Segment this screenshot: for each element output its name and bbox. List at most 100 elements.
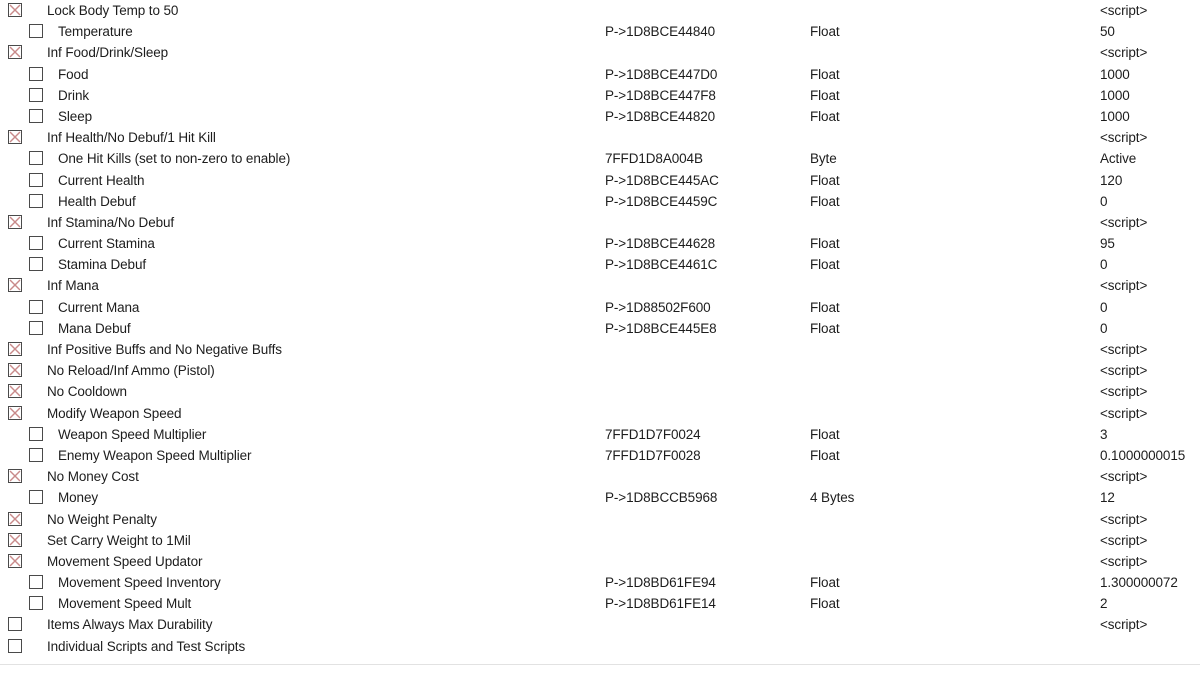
row-description[interactable]: Individual Scripts and Test Scripts: [47, 636, 245, 657]
table-row[interactable]: Inf Stamina/No Debuf <script>: [0, 212, 1200, 233]
row-address[interactable]: 7FFD1D7F0028: [605, 445, 701, 466]
table-row[interactable]: Enemy Weapon Speed Multiplier 7FFD1D7F002…: [0, 445, 1200, 466]
row-address[interactable]: P->1D8BCE447D0: [605, 64, 717, 85]
row-address[interactable]: P->1D8BCE44628: [605, 233, 715, 254]
table-row[interactable]: Current Health P->1D8BCE445AC Float 120: [0, 170, 1200, 191]
row-description[interactable]: Current Mana: [58, 297, 139, 318]
row-description[interactable]: Movement Speed Mult: [58, 593, 191, 614]
row-description[interactable]: No Weight Penalty: [47, 509, 157, 530]
table-row[interactable]: Modify Weapon Speed <script>: [0, 403, 1200, 424]
table-row[interactable]: Movement Speed Updator <script>: [0, 551, 1200, 572]
table-row[interactable]: Movement Speed Mult P->1D8BD61FE14 Float 2: [0, 593, 1200, 614]
row-value[interactable]: 1.300000072: [1100, 572, 1178, 593]
row-value[interactable]: <script>: [1100, 614, 1147, 635]
row-description[interactable]: Movement Speed Updator: [47, 551, 202, 572]
table-row[interactable]: Items Always Max Durability <script>: [0, 614, 1200, 635]
row-value[interactable]: <script>: [1100, 0, 1147, 21]
row-checkbox-unchecked[interactable]: [29, 172, 43, 187]
row-type[interactable]: Float: [810, 572, 840, 593]
row-address[interactable]: 7FFD1D7F0024: [605, 424, 701, 445]
row-value[interactable]: 2: [1100, 593, 1108, 614]
row-value[interactable]: 0.1000000015: [1100, 445, 1185, 466]
row-description[interactable]: No Money Cost: [47, 466, 139, 487]
row-description[interactable]: No Cooldown: [47, 381, 127, 402]
row-description[interactable]: Inf Stamina/No Debuf: [47, 212, 174, 233]
row-value[interactable]: 1000: [1100, 106, 1130, 127]
row-value[interactable]: 0: [1100, 191, 1108, 212]
row-description[interactable]: Drink: [58, 85, 89, 106]
row-address[interactable]: P->1D8BCE4459C: [605, 191, 717, 212]
row-checkbox-unchecked[interactable]: [8, 638, 22, 653]
row-type[interactable]: Float: [810, 191, 840, 212]
row-description[interactable]: One Hit Kills (set to non-zero to enable…: [58, 148, 290, 169]
row-value[interactable]: 120: [1100, 170, 1122, 191]
row-address[interactable]: 7FFD1D8A004B: [605, 148, 703, 169]
table-row[interactable]: Movement Speed Inventory P->1D8BD61FE94 Fl…: [0, 572, 1200, 593]
row-checkbox-checked[interactable]: [8, 384, 22, 399]
row-description[interactable]: Modify Weapon Speed: [47, 403, 182, 424]
row-type[interactable]: Float: [810, 106, 840, 127]
row-checkbox-unchecked[interactable]: [29, 490, 43, 505]
row-checkbox-unchecked[interactable]: [29, 108, 43, 123]
row-address[interactable]: P->1D8BCE4461C: [605, 254, 717, 275]
row-type[interactable]: Float: [810, 445, 840, 466]
row-description[interactable]: Lock Body Temp to 50: [47, 0, 178, 21]
row-value[interactable]: 1000: [1100, 64, 1130, 85]
row-value[interactable]: <script>: [1100, 42, 1147, 63]
table-row[interactable]: Set Carry Weight to 1Mil <script>: [0, 530, 1200, 551]
table-row[interactable]: No Reload/Inf Ammo (Pistol) <script>: [0, 360, 1200, 381]
row-type[interactable]: Byte: [810, 148, 837, 169]
row-checkbox-unchecked[interactable]: [29, 66, 43, 81]
row-description[interactable]: Sleep: [58, 106, 92, 127]
row-description[interactable]: Enemy Weapon Speed Multiplier: [58, 445, 252, 466]
table-row[interactable]: Current Stamina P->1D8BCE44628 Float 95: [0, 233, 1200, 254]
row-value[interactable]: 1000: [1100, 85, 1130, 106]
row-value[interactable]: <script>: [1100, 212, 1147, 233]
row-description[interactable]: Stamina Debuf: [58, 254, 146, 275]
table-row[interactable]: Health Debuf P->1D8BCE4459C Float 0: [0, 191, 1200, 212]
row-checkbox-checked[interactable]: [8, 342, 22, 356]
table-row[interactable]: Individual Scripts and Test Scripts: [0, 636, 1200, 657]
row-value[interactable]: 12: [1100, 487, 1115, 508]
row-address[interactable]: P->1D8BCCB5968: [605, 487, 717, 508]
table-row[interactable]: Mana Debuf P->1D8BCE445E8 Float 0: [0, 318, 1200, 339]
row-address[interactable]: P->1D8BD61FE94: [605, 572, 716, 593]
table-row[interactable]: Inf Mana <script>: [0, 275, 1200, 296]
row-address[interactable]: P->1D88502F600: [605, 297, 711, 318]
row-description[interactable]: Movement Speed Inventory: [58, 572, 221, 593]
row-address[interactable]: P->1D8BCE44840: [605, 21, 715, 42]
table-row[interactable]: One Hit Kills (set to non-zero to enable…: [0, 148, 1200, 169]
row-type[interactable]: Float: [810, 254, 840, 275]
row-checkbox-unchecked[interactable]: [29, 24, 43, 39]
row-value[interactable]: <script>: [1100, 403, 1147, 424]
row-address[interactable]: P->1D8BD61FE14: [605, 593, 716, 614]
row-type[interactable]: Float: [810, 64, 840, 85]
table-row[interactable]: Inf Positive Buffs and No Negative Buffs…: [0, 339, 1200, 360]
row-value[interactable]: 0: [1100, 297, 1108, 318]
row-checkbox-checked[interactable]: [8, 532, 22, 547]
row-checkbox-unchecked[interactable]: [29, 320, 43, 335]
row-type[interactable]: 4 Bytes: [810, 487, 854, 508]
row-checkbox-checked[interactable]: [8, 214, 22, 229]
row-value[interactable]: <script>: [1100, 339, 1147, 360]
row-description[interactable]: Temperature: [58, 21, 133, 42]
row-address[interactable]: P->1D8BCE445E8: [605, 318, 717, 339]
row-description[interactable]: Food: [58, 64, 88, 85]
row-checkbox-checked[interactable]: [8, 278, 22, 293]
row-address[interactable]: P->1D8BCE44820: [605, 106, 715, 127]
row-value[interactable]: 50: [1100, 21, 1115, 42]
row-checkbox-unchecked[interactable]: [29, 575, 43, 590]
table-row[interactable]: Stamina Debuf P->1D8BCE4461C Float 0: [0, 254, 1200, 275]
row-type[interactable]: Float: [810, 170, 840, 191]
row-checkbox-unchecked[interactable]: [29, 193, 43, 208]
row-description[interactable]: Current Stamina: [58, 233, 155, 254]
row-type[interactable]: Float: [810, 593, 840, 614]
row-checkbox-unchecked[interactable]: [29, 87, 43, 102]
table-row[interactable]: Food P->1D8BCE447D0 Float 1000: [0, 64, 1200, 85]
row-description[interactable]: Weapon Speed Multiplier: [58, 424, 206, 445]
row-value[interactable]: Active: [1100, 148, 1136, 169]
row-description[interactable]: Mana Debuf: [58, 318, 131, 339]
row-value[interactable]: 3: [1100, 424, 1108, 445]
row-description[interactable]: Inf Positive Buffs and No Negative Buffs: [47, 339, 282, 360]
row-address[interactable]: P->1D8BCE445AC: [605, 170, 719, 191]
